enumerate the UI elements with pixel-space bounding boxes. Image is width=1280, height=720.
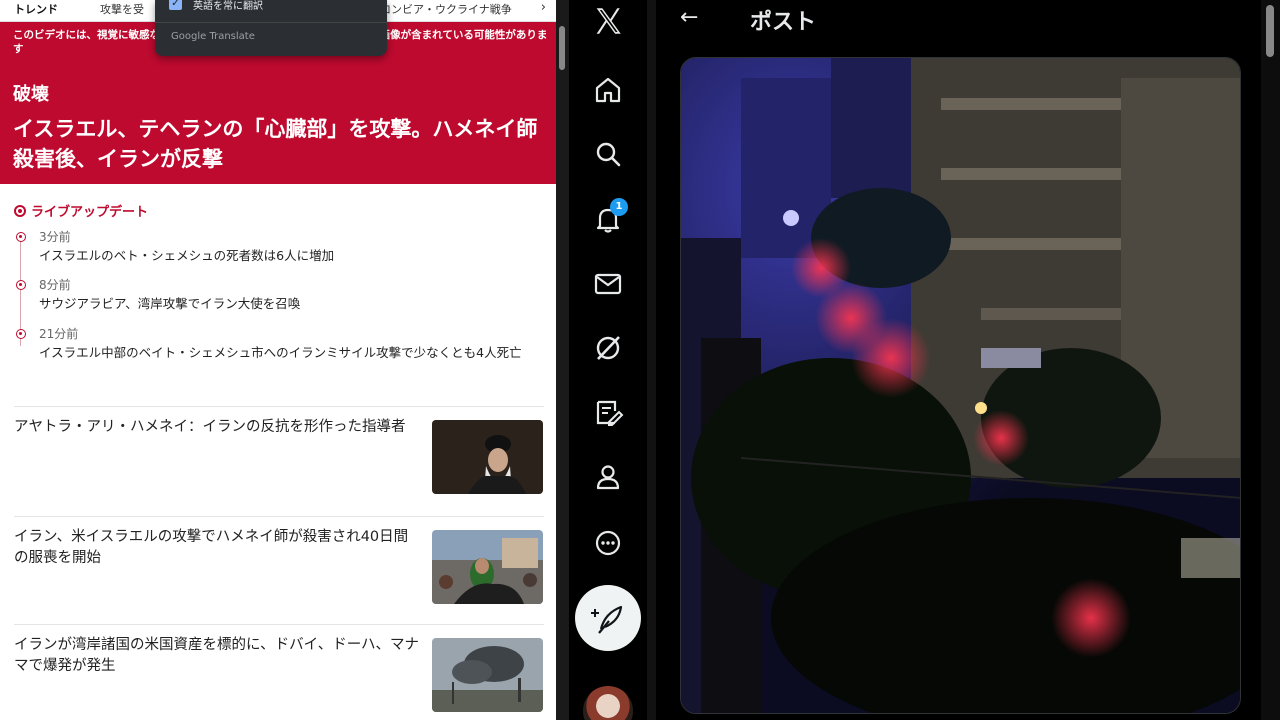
home-icon[interactable] xyxy=(591,73,625,107)
checkbox[interactable]: ✓ xyxy=(169,0,182,10)
more-icon[interactable] xyxy=(591,526,625,560)
trending-item[interactable]: ロンビア・ウクライナ戦争 xyxy=(380,1,512,17)
timeline-dot-icon xyxy=(16,232,26,242)
divider xyxy=(155,22,387,23)
compose-post-button[interactable] xyxy=(575,585,641,651)
timeline-dot-icon xyxy=(16,329,26,339)
article-thumbnail[interactable] xyxy=(432,420,543,494)
timeline-dot-icon xyxy=(16,280,26,290)
live-updates-label: ライブアップデート xyxy=(31,205,149,220)
scrollbar-thumb[interactable] xyxy=(1266,5,1274,57)
update-text[interactable]: イスラエル中部のベイト・シェメシュ市へのイランミサイル攻撃で少なくとも4人死亡 xyxy=(39,343,534,363)
live-updates-header[interactable]: ライブアップデート xyxy=(14,201,148,220)
trending-item[interactable]: 攻撃を受 xyxy=(100,1,144,17)
messages-icon[interactable] xyxy=(591,267,625,301)
translate-brand: Google Translate xyxy=(171,31,255,42)
compose-feather-icon xyxy=(591,605,623,634)
translate-option-label[interactable]: 英語を常に翻訳 xyxy=(193,0,263,12)
article-card[interactable]: イラン、米イスラエルの攻撃でハメネイ師が殺害され40日間の服喪を開始 xyxy=(14,516,544,610)
articles-icon[interactable] xyxy=(591,396,625,430)
article-title[interactable]: イラン、米イスラエルの攻撃でハメネイ師が殺害され40日間の服喪を開始 xyxy=(14,527,419,569)
night-street-video-frame xyxy=(681,58,1240,713)
post-scrollbar[interactable] xyxy=(1261,0,1280,720)
pane-divider[interactable] xyxy=(647,0,656,720)
article-thumbnail[interactable] xyxy=(432,638,543,712)
trending-label[interactable]: トレンド xyxy=(14,1,58,17)
update-time: 8分前 xyxy=(39,278,71,292)
back-arrow-icon[interactable]: ← xyxy=(680,5,698,30)
page-title: イスラエル、テヘランの「心臓部」を攻撃。ハメネイ師殺害後、イランが反撃 xyxy=(13,117,538,171)
post-pane: ← ポスト xyxy=(656,0,1261,720)
news-page: トレンド 攻撃を受 ロンビア・ウクライナ戦争 › このビデオには、視覚に敏感な方… xyxy=(0,0,556,720)
update-time: 21分前 xyxy=(39,327,79,341)
chevron-right-icon[interactable]: › xyxy=(541,0,546,15)
profile-icon[interactable] xyxy=(591,460,625,494)
page-title: ポスト xyxy=(750,10,817,35)
article-card[interactable]: アヤトラ・アリ・ハメネイ：イランの反抗を形作った指導者 xyxy=(14,406,544,500)
article-thumbnail[interactable] xyxy=(432,530,543,604)
grok-icon[interactable] xyxy=(591,331,625,365)
notification-badge: 1 xyxy=(610,198,628,216)
article-card[interactable]: イランが湾岸諸国の米国資産を標的に、ドバイ、ドーハ、マナマで爆発が発生 xyxy=(14,624,544,718)
article-title[interactable]: イランが湾岸諸国の米国資産を標的に、ドバイ、ドーハ、マナマで爆発が発生 xyxy=(14,635,419,677)
search-icon[interactable] xyxy=(591,137,625,171)
update-text[interactable]: イスラエルのベト・シェメシュの死者数は6人に増加 xyxy=(39,246,534,266)
scrollbar-thumb[interactable] xyxy=(559,26,565,70)
update-time: 3分前 xyxy=(39,230,71,244)
news-scrollbar[interactable] xyxy=(556,0,569,720)
translate-popup: ✓ 英語を常に翻訳 Google Translate xyxy=(155,0,387,56)
post-video[interactable] xyxy=(680,57,1241,714)
live-dot-icon xyxy=(14,205,26,217)
x-logo-icon[interactable] xyxy=(591,4,625,38)
article-title[interactable]: アヤトラ・アリ・ハメネイ：イランの反抗を形作った指導者 xyxy=(14,417,419,438)
category-label[interactable]: 破壊 xyxy=(13,80,49,106)
update-text[interactable]: サウジアラビア、湾岸攻撃でイラン大使を召喚 xyxy=(39,294,534,314)
